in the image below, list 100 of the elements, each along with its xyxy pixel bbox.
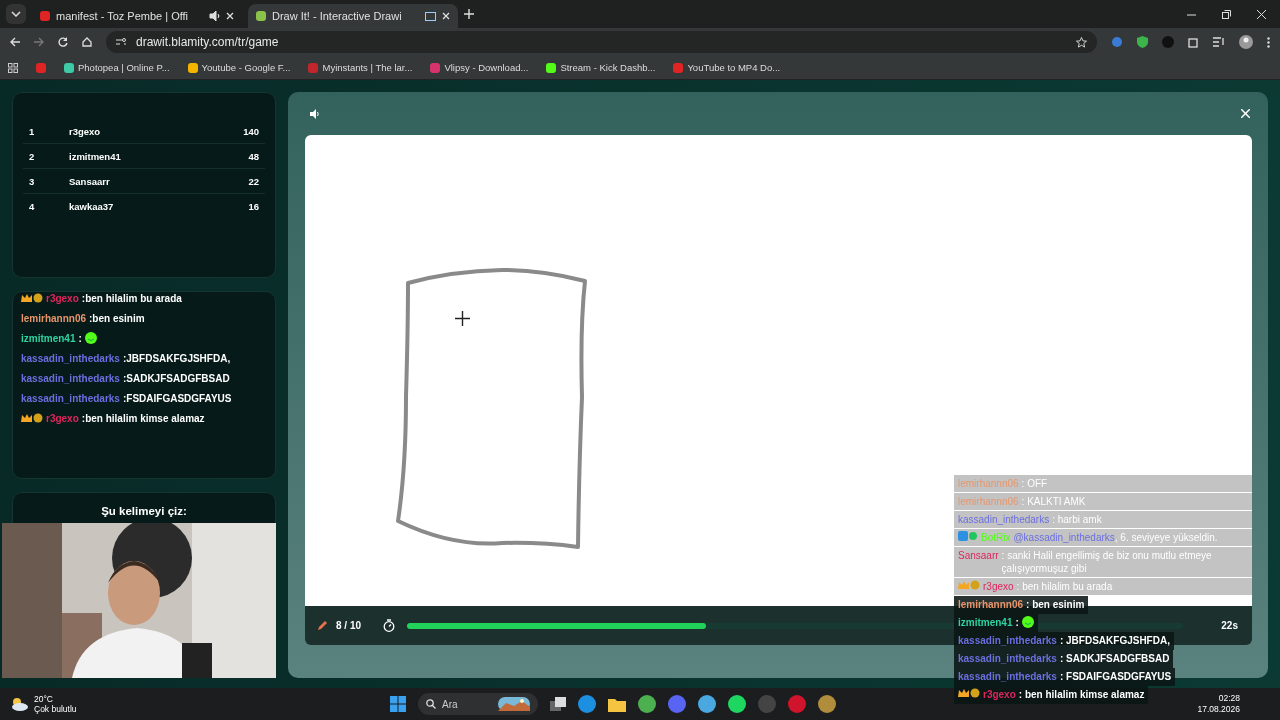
chat-message: :ben hilalim kimse alamaz — [81, 412, 205, 424]
chat-username: izmitmen41 — [958, 616, 1013, 629]
chat-username: BotRix — [981, 531, 1011, 544]
crown-icon — [21, 413, 43, 423]
smiley-emote-icon — [1021, 616, 1034, 628]
rank-number: 3 — [29, 175, 35, 187]
chat-username: kassadin_inthedarks — [21, 392, 120, 404]
chat-message: @kassadin_inthedarks, 6. seviyeye yükseldin. — [1013, 531, 1218, 544]
player-name: kawkaa37 — [69, 200, 114, 212]
browser-tab[interactable]: Draw It! - Interactive Drawi — [248, 4, 458, 28]
chat-message: :ben esinim — [89, 312, 145, 324]
apps-grid-icon[interactable] — [8, 62, 18, 73]
extension-icon[interactable] — [1111, 36, 1123, 48]
chat-username: kassadin_inthedarks — [958, 670, 1057, 683]
rank-number: 4 — [29, 200, 35, 212]
chat-message: : KALKTI AMK — [1021, 495, 1086, 508]
site-settings-icon[interactable] — [116, 37, 126, 47]
bookmark[interactable]: Myinstants | The lar... — [308, 62, 413, 73]
bookmark[interactable]: Stream - Kick Dashb... — [546, 62, 656, 73]
favicon-icon — [256, 11, 266, 21]
player-score: 22 — [248, 175, 259, 187]
chat-username: kassadin_inthedarks — [958, 513, 1050, 526]
address-bar[interactable]: drawit.blamity.com/tr/game — [106, 31, 1097, 53]
tab-list-button[interactable] — [6, 4, 26, 24]
pencil-icon — [317, 620, 328, 631]
chat-username: lemirhannn06 — [958, 477, 1019, 490]
player-name: izmitmen41 — [69, 150, 121, 162]
rank-number: 1 — [29, 125, 35, 137]
close-icon[interactable] — [226, 12, 234, 20]
url-text: drawit.blamity.com/tr/game — [136, 35, 280, 49]
round-counter: 8 / 10 — [336, 620, 362, 631]
search-field[interactable]: Ara — [418, 693, 538, 715]
crown-icon — [958, 580, 980, 590]
tab-title: Draw It! - Interactive Drawi — [272, 10, 403, 22]
clock-time: 02:28 — [1217, 693, 1240, 704]
home-icon[interactable] — [82, 37, 92, 47]
chat-message: : ben esinim — [1026, 598, 1085, 611]
close-icon[interactable] — [442, 12, 450, 20]
menu-icon[interactable] — [1267, 36, 1270, 48]
chat-username: Sansaarr — [958, 549, 999, 562]
screen-icon[interactable] — [425, 11, 436, 21]
chat-username: r3gexo — [983, 688, 1016, 701]
shield-icon[interactable] — [1137, 36, 1148, 48]
player-score: 140 — [243, 125, 259, 137]
chat-username: lemirhannn06 — [21, 312, 87, 324]
chat-username: kassadin_inthedarks — [21, 352, 120, 364]
chat-message: : ben hilalim kimse alamaz — [1018, 688, 1145, 701]
search-icon — [426, 699, 436, 709]
browser-tab[interactable]: manifest - Toz Pembe | Offi — [32, 4, 242, 28]
avatar-icon[interactable] — [1239, 35, 1253, 49]
chat-message: :JBFDSAKFGJSHFDA, — [122, 352, 231, 364]
player-name: r3gexo — [69, 125, 101, 137]
chat-username: lemirhannn06 — [958, 598, 1024, 611]
crown-icon — [958, 688, 980, 698]
close-icon[interactable] — [1257, 9, 1266, 19]
chat-username: r3gexo — [46, 412, 79, 424]
chat-message: :ben hilalim bu arada — [81, 292, 182, 304]
chevron-down-icon — [11, 11, 21, 17]
new-tab-icon[interactable] — [464, 9, 474, 19]
task-view-icon[interactable] — [550, 697, 566, 711]
chat-username: r3gexo — [46, 292, 79, 304]
chat-message: : harbi amk — [1052, 513, 1102, 526]
bot-badge-icon — [958, 531, 978, 541]
chat-message: : OFF — [1021, 477, 1048, 490]
media-icon[interactable] — [1213, 37, 1225, 47]
chat-message: : — [78, 332, 82, 344]
tab-title: manifest - Toz Pembe | Offi — [56, 10, 190, 22]
restore-icon[interactable] — [1222, 9, 1231, 19]
player-name: Sansaarr — [69, 175, 110, 187]
chat-message: : JBFDSAKFGJSHFDA, — [1059, 634, 1170, 647]
chat-username: kassadin_inthedarks — [21, 372, 120, 384]
chat-username: izmitmen41 — [21, 332, 76, 344]
app-icon[interactable] — [698, 695, 716, 713]
chat-message: : FSDAIFGASDGFAYUS — [1059, 670, 1172, 683]
bookmark[interactable]: Photopea | Online P... — [64, 62, 170, 73]
forward-icon[interactable] — [34, 37, 44, 47]
speaker-icon[interactable] — [209, 11, 220, 21]
player-score: 16 — [248, 200, 259, 212]
speaker-icon[interactable] — [309, 108, 320, 119]
back-icon[interactable] — [10, 37, 20, 47]
chat-username: kassadin_inthedarks — [958, 634, 1057, 647]
start-icon[interactable] — [390, 696, 406, 712]
cloudy-weather-icon — [10, 697, 28, 711]
clock-date: 17.08.2026 — [1197, 704, 1240, 715]
chat-message: :FSDAIFGASDGFAYUS — [122, 392, 232, 404]
bookmark[interactable]: Vlipsy - Download... — [430, 62, 529, 73]
chat-username: kassadin_inthedarks — [958, 652, 1057, 665]
weather-text: Çok bulutlu — [34, 704, 77, 714]
folder-icon[interactable] — [608, 696, 626, 712]
bookmark[interactable]: YouTube to MP4 Do... — [673, 62, 781, 73]
reload-icon[interactable] — [58, 37, 68, 47]
rank-number: 2 — [29, 150, 35, 162]
word-prompt: Şu kelimeyi çiz: — [101, 505, 187, 519]
bookmark[interactable]: Youtube - Google F... — [187, 62, 291, 73]
crosshair-cursor-icon — [455, 311, 470, 326]
crown-icon — [21, 293, 43, 303]
smiley-emote-icon — [84, 332, 97, 344]
chat-username: r3gexo — [983, 580, 1014, 593]
star-icon[interactable] — [1076, 36, 1087, 48]
time-left: 22s — [1221, 620, 1238, 631]
